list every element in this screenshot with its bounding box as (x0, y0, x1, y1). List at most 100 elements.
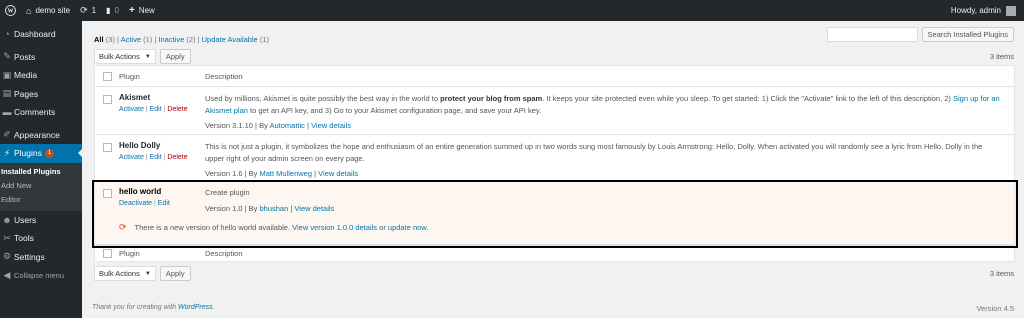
admin-bar: W ⌂ demo site ⟳ 1 ▮ 0 + New Howdy, admin (0, 0, 1024, 21)
menu-pages[interactable]: ▤ Pages (0, 85, 82, 104)
menu-media[interactable]: ▣ Media (0, 66, 82, 85)
site-name-link[interactable]: ⌂ demo site (21, 0, 75, 21)
update-text: or (379, 223, 386, 232)
row-actions: Deactivate | Edit (119, 200, 170, 207)
bulk-actions-value: Bulk Actions (99, 269, 140, 278)
filter-count: (1) (259, 35, 270, 44)
bulk-actions-select[interactable]: Bulk Actions ▼ (94, 49, 156, 64)
author-link[interactable]: Matt Mullenweg (260, 169, 313, 178)
row-actions: Activate | Edit | Delete (119, 106, 188, 113)
plugin-version: Version 1.6 | By (205, 169, 258, 178)
wordpress-link[interactable]: WordPress (178, 304, 213, 311)
settings-icon: ⚙ (2, 251, 12, 262)
menu-plugins[interactable]: ⚡ Plugins 1 (0, 144, 82, 163)
refresh-icon: ⟳ (80, 5, 88, 15)
table-row: Hello Dolly Activate | Edit | Delete Thi… (95, 135, 1014, 181)
submenu-installed-plugins[interactable]: Installed Plugins (0, 165, 82, 179)
comments-link[interactable]: ▮ 0 (101, 0, 124, 21)
media-icon: ▣ (2, 69, 12, 80)
filter-label: Inactive (158, 35, 185, 44)
new-content-link[interactable]: + New (124, 0, 160, 21)
wordpress-logo-icon[interactable]: W (0, 0, 21, 21)
view-details-link[interactable]: View details (311, 121, 351, 130)
activate-link[interactable]: Activate (119, 106, 144, 113)
filter-label: Update Available (201, 35, 258, 44)
delete-link[interactable]: Delete (167, 106, 187, 113)
plugin-description: This is not just a plugin, it symbolizes… (205, 142, 983, 163)
filter-count: (1) (143, 35, 153, 44)
users-icon: ☻ (2, 214, 12, 225)
filter-active[interactable]: Active (121, 35, 141, 44)
pin-icon: ✎ (3, 51, 11, 62)
edit-link[interactable]: Edit (150, 106, 162, 113)
filter-inactive[interactable]: Inactive (158, 35, 184, 44)
view-details-link[interactable]: View details (294, 204, 334, 213)
menu-label: Plugins (14, 148, 42, 159)
delete-link[interactable]: Delete (167, 154, 187, 161)
search-input[interactable] (826, 27, 918, 42)
plugin-meta: Version 3.1.10 | By Automattic | View de… (205, 121, 351, 130)
filter-all[interactable]: All (94, 35, 104, 44)
column-header-description: Description (205, 71, 243, 81)
view-version-details-link[interactable]: View version 1.0.0 details (292, 223, 377, 232)
plugins-submenu: Installed Plugins Add New Editor (0, 162, 82, 211)
menu-tools[interactable]: ✂ Tools (0, 229, 82, 248)
submenu-add-new[interactable]: Add New (0, 179, 82, 193)
column-header-plugin[interactable]: Plugin (119, 72, 205, 81)
menu-posts[interactable]: ✎ Posts (0, 48, 82, 67)
site-name: demo site (35, 6, 71, 15)
plugin-meta: Version 1.6 | By Matt Mullenweg | View d… (205, 169, 359, 178)
author-link[interactable]: Automattic (270, 121, 305, 130)
select-all-checkbox[interactable] (102, 249, 112, 258)
author-link[interactable]: bhushan (260, 204, 289, 213)
my-account[interactable]: Howdy, admin (951, 5, 1024, 16)
collapse-icon: ◀ (3, 269, 11, 280)
apply-button[interactable]: Apply (159, 49, 191, 64)
row-checkbox[interactable] (102, 95, 112, 104)
activate-link[interactable]: Activate (119, 154, 144, 161)
chevron-down-icon: ▼ (144, 270, 151, 277)
description-text: . It keeps your site protected even whil… (542, 94, 954, 103)
plugin-version: Version 3.1.10 | By (205, 121, 268, 130)
avatar (1006, 5, 1016, 16)
select-all-checkbox[interactable] (102, 71, 112, 81)
menu-label: Pages (14, 88, 39, 99)
search-plugins-button[interactable]: Search Installed Plugins (921, 27, 1014, 42)
updates-count: 1 (91, 6, 97, 15)
description-text: to get an API key, and 3) Go to your Aki… (247, 105, 542, 115)
menu-appearance[interactable]: ✐ Appearance (0, 126, 82, 145)
filter-label: Active (120, 35, 141, 44)
menu-users[interactable]: ☻ Users (0, 211, 82, 230)
menu-comments[interactable]: ▬ Comments (0, 103, 82, 122)
menu-label: Dashboard (14, 29, 56, 40)
apply-button-bottom[interactable]: Apply (159, 266, 191, 281)
update-notice: ⟳ There is a new version of hello world … (119, 222, 429, 233)
plugins-table: Plugin Description Akismet Activate | Ed… (94, 65, 1015, 262)
menu-dashboard[interactable]: ◔ Dashboard (0, 25, 82, 44)
collapse-menu-button[interactable]: ◀ Collapse menu (0, 266, 82, 285)
menu-label: Posts (14, 51, 36, 62)
table-header: Plugin Description (95, 66, 1014, 87)
deactivate-link[interactable]: Deactivate (119, 200, 152, 207)
menu-settings[interactable]: ⚙ Settings (0, 248, 82, 267)
plus-icon: + (128, 5, 135, 16)
edit-link[interactable]: Edit (150, 154, 162, 161)
wrench-icon: ✂ (3, 232, 11, 243)
footer-credit: Thank you for creating with WordPress. (92, 304, 215, 311)
update-text: There is a new version of hello world av… (134, 223, 291, 232)
column-footer-description: Description (205, 249, 243, 258)
row-checkbox[interactable] (102, 143, 112, 152)
column-footer-plugin[interactable]: Plugin (119, 249, 205, 258)
edit-link[interactable]: Edit (158, 200, 170, 207)
update-now-link[interactable]: update now (388, 223, 427, 232)
chevron-down-icon: ▼ (144, 53, 151, 60)
plugin-icon: ⚡ (3, 147, 11, 158)
main-content: All (3) | Active (1) | Inactive (2) | Up… (82, 21, 1024, 318)
row-checkbox[interactable] (102, 189, 112, 198)
submenu-editor[interactable]: Editor (0, 193, 82, 207)
filter-update-available[interactable]: Update Available (202, 35, 258, 44)
bulk-actions-select-bottom[interactable]: Bulk Actions ▼ (94, 266, 156, 281)
wp-version: Version 4.5 (976, 304, 1014, 313)
view-details-link[interactable]: View details (318, 169, 358, 178)
updates-link[interactable]: ⟳ 1 (75, 0, 101, 21)
